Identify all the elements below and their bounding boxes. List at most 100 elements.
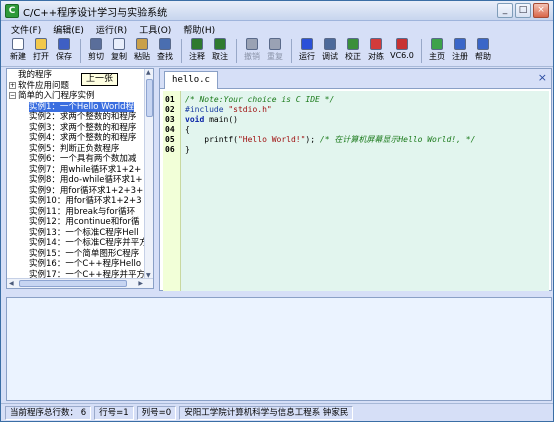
menu-help[interactable]: 帮助(H) — [177, 21, 221, 37]
toolbar-button-label: 打开 — [33, 52, 49, 61]
toolbar-separator — [80, 39, 81, 63]
program-tree[interactable]: 我的程序 + 软件应用问题 − 简单的入门程序实例 实例1：一个Hello World程实… — [6, 68, 154, 289]
code-token: printf( — [185, 135, 238, 144]
tree-horizontal-scrollbar[interactable]: ◀ ▶ — [7, 278, 153, 288]
tree-item[interactable]: 我的程序 — [9, 70, 52, 81]
toolbar-button-open-folder[interactable]: 打开 — [30, 37, 52, 65]
code-editor[interactable]: 01 02 03 04 05 06 /* Note:Your choice is C ID… — [163, 91, 549, 291]
status-total-lines-value: 6 — [80, 407, 87, 418]
tree-vertical-scrollbar[interactable]: ▲ ▼ — [144, 69, 153, 279]
close-button[interactable]: × — [533, 3, 549, 18]
tree-item[interactable]: 实例5：判断正负数程序 — [29, 144, 119, 155]
minimize-button[interactable]: _ — [497, 3, 513, 18]
tree-item[interactable]: 实例15：一个简单图形C程序 — [29, 249, 139, 260]
close-tab-icon[interactable]: × — [538, 71, 547, 84]
tree-item[interactable]: 实例1：一个Hello World程 — [29, 101, 135, 113]
toolbar-separator — [421, 39, 422, 63]
tree-item[interactable]: 实例13：一个标准C程序Hell — [29, 228, 139, 239]
tree-item[interactable]: + 软件应用问题 — [9, 81, 69, 92]
toolbar-button-practice[interactable]: 对练 — [365, 37, 387, 65]
tree-item[interactable]: 实例2：求两个整数的和程序 — [29, 112, 136, 123]
find-icon — [159, 38, 171, 50]
toolbar-button-label: 剪切 — [88, 52, 104, 61]
toolbar-button-redo[interactable]: 重复 — [264, 37, 286, 65]
tree-item-label: 实例10：用for循环求1+2+3 — [29, 196, 142, 206]
tree-item[interactable]: 实例9：用for循环求1+2+3+ — [29, 186, 143, 197]
status-col: 列号=0 — [136, 405, 177, 420]
tree-item-label: 软件应用问题 — [18, 80, 70, 91]
toolbar: 新建 打开 保存 剪切 复制 粘贴 查找 注释 取注 撤销 重复 运行 调试 校正 对练 VC6.0 主页 注册帮… — [1, 37, 553, 67]
tree-horizontal-scroll-thumb[interactable] — [19, 280, 127, 287]
toolbar-button-check[interactable]: 校正 — [342, 37, 364, 65]
code-line: void main() — [185, 115, 238, 125]
toolbar-button-label: 粘贴 — [134, 52, 150, 61]
scroll-left-icon[interactable]: ◀ — [9, 280, 14, 287]
toolbar-button-find[interactable]: 查找 — [154, 37, 176, 65]
toolbar-button-uncomment[interactable]: 取注 — [209, 37, 231, 65]
toolbar-button-comment[interactable]: 注释 — [186, 37, 208, 65]
tree-item[interactable]: 实例16：一个C++程序Hello — [29, 259, 141, 270]
toolbar-button-save-disk[interactable]: 保存 — [53, 37, 75, 65]
uncomment-icon — [214, 38, 226, 50]
new-file-icon — [12, 38, 24, 50]
toolbar-button-help[interactable]: 帮助 — [472, 37, 494, 65]
maximize-button[interactable]: □ — [515, 3, 531, 18]
toolbar-button-label: 查找 — [157, 52, 173, 61]
scroll-up-icon[interactable]: ▲ — [146, 69, 151, 76]
line-number-gutter: 01 02 03 04 05 06 — [163, 91, 181, 291]
tree-item[interactable]: 实例7：用while循环求1+2+ — [29, 165, 141, 176]
tab-hello-c[interactable]: hello.c — [164, 71, 218, 89]
tree-item[interactable]: 实例14：一个标准C程序并平方 — [29, 238, 148, 249]
collapse-icon[interactable]: − — [9, 92, 16, 99]
expand-icon[interactable]: + — [9, 81, 16, 89]
tree-vertical-scroll-thumb[interactable] — [146, 79, 153, 117]
tree-item[interactable]: 实例12：用continue和for循 — [29, 217, 139, 228]
toolbar-button-vc6[interactable]: VC6.0 — [388, 37, 416, 65]
toolbar-button-new-file[interactable]: 新建 — [7, 37, 29, 65]
code-token: { — [185, 125, 190, 134]
toolbar-button-copy[interactable]: 复制 — [108, 37, 130, 65]
toolbar-button-label: 注册 — [452, 52, 468, 61]
tree-item[interactable]: 实例8：用do-while循环求1+ — [29, 175, 143, 186]
code-line: #include "stdio.h" — [185, 105, 272, 115]
cut-icon — [90, 38, 102, 50]
toolbar-button-label: 重复 — [267, 52, 283, 61]
code-line: } — [185, 145, 190, 155]
line-number: 01 — [165, 95, 175, 104]
output-panel[interactable] — [6, 297, 552, 401]
redo-icon — [269, 38, 281, 50]
toolbar-button-label: 新建 — [10, 52, 26, 61]
toolbar-button-cut[interactable]: 剪切 — [85, 37, 107, 65]
tree-item[interactable]: 实例4：求两个整数的和程序 — [29, 133, 136, 144]
line-number: 06 — [165, 145, 175, 154]
toolbar-button-run[interactable]: 运行 — [296, 37, 318, 65]
toolbar-button-debug[interactable]: 调试 — [319, 37, 341, 65]
tree-item[interactable]: 实例6：一个具有两个数加减 — [29, 154, 136, 165]
status-total-lines: 当前程序总行数： 6 — [5, 405, 92, 420]
code-token: "Hello World!" — [237, 135, 306, 144]
status-total-lines-label: 当前程序总行数： — [10, 407, 79, 418]
toolbar-button-register[interactable]: 注册 — [449, 37, 471, 65]
toolbar-separator — [236, 39, 237, 63]
tree-item[interactable]: 实例10：用for循环求1+2+3 — [29, 196, 141, 207]
menu-file[interactable]: 文件(F) — [5, 21, 47, 37]
run-icon — [301, 38, 313, 50]
tab-strip: hello.c × — [160, 69, 551, 89]
title-bar[interactable]: C C/C++程序设计学习与实验系统 _ □ × — [1, 1, 553, 21]
scroll-right-icon[interactable]: ▶ — [138, 280, 143, 287]
tree-item-label: 实例1：一个Hello World程 — [29, 101, 135, 112]
tree-item[interactable]: 实例11：用break与for循环 — [29, 207, 135, 218]
toolbar-button-paste[interactable]: 粘贴 — [131, 37, 153, 65]
line-number: 03 — [165, 115, 175, 124]
menu-run[interactable]: 运行(R) — [90, 21, 133, 37]
toolbar-button-undo[interactable]: 撤销 — [241, 37, 263, 65]
menu-edit[interactable]: 编辑(E) — [47, 21, 90, 37]
tree-item[interactable]: 实例3：求两个整数的和程序 — [29, 123, 136, 134]
toolbar-button-home[interactable]: 主页 — [426, 37, 448, 65]
code-line: { — [185, 125, 190, 135]
vc6-icon — [396, 38, 408, 50]
toolbar-button-label: VC6.0 — [390, 51, 414, 60]
tree-item[interactable]: − 简单的入门程序实例 — [9, 91, 95, 102]
menu-tools[interactable]: 工具(O) — [133, 21, 177, 37]
paste-icon — [136, 38, 148, 50]
